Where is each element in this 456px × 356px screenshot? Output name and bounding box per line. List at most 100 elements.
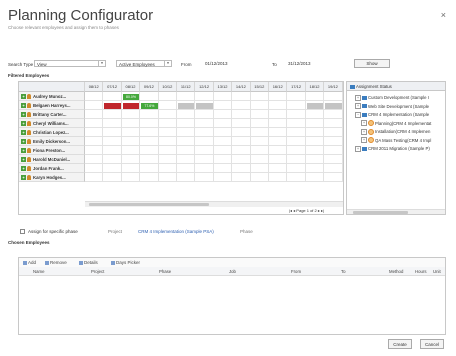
grid-cell[interactable] <box>305 119 325 128</box>
grid-cell[interactable] <box>177 137 196 146</box>
tree-horizontal-scrollbar[interactable] <box>347 209 445 214</box>
grid-cell[interactable] <box>195 137 214 146</box>
show-button[interactable]: Show <box>354 59 390 68</box>
days-picker-button[interactable]: Days Picker <box>111 260 140 265</box>
grid-cell[interactable] <box>195 92 214 101</box>
next-page-icon[interactable]: ▸ ▸| <box>318 208 324 213</box>
employee-row[interactable]: + Fiona Preston... <box>19 146 85 155</box>
column-header-to[interactable]: To <box>341 269 346 274</box>
grid-cell[interactable] <box>324 146 343 155</box>
assign-phase-checkbox[interactable] <box>20 229 25 234</box>
add-employee-icon[interactable]: + <box>21 175 26 181</box>
grid-cell[interactable] <box>121 110 141 119</box>
grid-cell[interactable] <box>213 128 233 137</box>
expand-icon[interactable]: + <box>361 128 367 135</box>
employee-row[interactable]: + Harold McDaniel... <box>19 155 85 164</box>
grid-cell[interactable] <box>324 164 343 173</box>
grid-cell[interactable] <box>121 155 141 164</box>
grid-cell[interactable] <box>140 128 159 137</box>
grid-cell[interactable] <box>85 101 104 110</box>
grid-cell[interactable] <box>140 110 159 119</box>
grid-cell[interactable] <box>213 164 233 173</box>
grid-cell[interactable] <box>232 155 251 164</box>
grid-cell[interactable] <box>305 173 325 182</box>
grid-cell[interactable] <box>232 146 251 155</box>
add-employee-icon[interactable]: + <box>21 130 26 136</box>
grid-cell[interactable] <box>121 137 141 146</box>
grid-cell[interactable] <box>324 173 343 182</box>
weekend-bar[interactable] <box>196 102 213 109</box>
grid-cell[interactable] <box>140 137 159 146</box>
grid-cell[interactable] <box>269 155 288 164</box>
grid-cell[interactable] <box>195 128 214 137</box>
grid-cell[interactable] <box>269 146 288 155</box>
grid-cell[interactable] <box>177 173 196 182</box>
grid-cell[interactable] <box>103 146 122 155</box>
grid-cell[interactable] <box>287 101 306 110</box>
grid-cell[interactable] <box>287 92 306 101</box>
grid-cell[interactable] <box>103 155 122 164</box>
expand-icon[interactable]: + <box>355 103 361 110</box>
grid-cell[interactable] <box>121 128 141 137</box>
grid-cell[interactable] <box>140 92 159 101</box>
grid-cell[interactable] <box>324 128 343 137</box>
collapse-icon[interactable]: − <box>355 111 361 118</box>
grid-cell[interactable] <box>121 119 141 128</box>
column-header-job[interactable]: Job <box>229 269 236 274</box>
grid-cell[interactable] <box>232 101 251 110</box>
grid-cell[interactable] <box>250 164 269 173</box>
grid-cell[interactable] <box>305 137 325 146</box>
grid-cell[interactable] <box>195 164 214 173</box>
grid-cell[interactable] <box>195 155 214 164</box>
project-value-link[interactable]: CRM 4 Implementation (Sample PSA) <box>138 229 214 234</box>
grid-cell[interactable] <box>158 101 177 110</box>
employee-row[interactable]: + Belgaen Harreys... <box>19 101 85 110</box>
grid-cell[interactable] <box>177 164 196 173</box>
employee-row[interactable]: + Christian Lopez... <box>19 128 85 137</box>
grid-cell[interactable] <box>324 155 343 164</box>
grid-cell[interactable] <box>232 128 251 137</box>
grid-cell[interactable] <box>250 173 269 182</box>
expand-icon[interactable]: + <box>355 145 361 152</box>
grid-cell[interactable] <box>213 146 233 155</box>
column-header-hours[interactable]: Hours <box>415 269 426 274</box>
grid-cell[interactable] <box>269 110 288 119</box>
search-type-select[interactable]: View ▾ <box>34 60 106 67</box>
grid-cell[interactable] <box>103 128 122 137</box>
grid-cell[interactable] <box>287 128 306 137</box>
grid-cell[interactable] <box>250 110 269 119</box>
employee-filter-select[interactable]: Active Employees ▾ <box>116 60 172 67</box>
column-header-from[interactable]: From <box>291 269 301 274</box>
grid-cell[interactable] <box>213 101 233 110</box>
grid-cell[interactable] <box>103 137 122 146</box>
grid-cell[interactable] <box>121 146 141 155</box>
add-employee-icon[interactable]: + <box>21 139 26 145</box>
employee-row[interactable]: + Jordan Frank... <box>19 164 85 173</box>
grid-cell[interactable] <box>305 155 325 164</box>
grid-cell[interactable] <box>324 137 343 146</box>
grid-cell[interactable] <box>158 110 177 119</box>
grid-cell[interactable] <box>287 110 306 119</box>
add-employee-icon[interactable]: + <box>21 103 26 109</box>
grid-cell[interactable] <box>287 164 306 173</box>
grid-cell[interactable] <box>269 164 288 173</box>
grid-cell[interactable] <box>195 173 214 182</box>
grid-cell[interactable] <box>195 110 214 119</box>
grid-cell[interactable] <box>213 173 233 182</box>
expand-icon[interactable]: + <box>355 94 361 101</box>
grid-cell[interactable] <box>177 119 196 128</box>
grid-cell[interactable] <box>140 164 159 173</box>
allocation-bar[interactable] <box>122 102 140 109</box>
grid-cell[interactable] <box>232 110 251 119</box>
expand-icon[interactable]: + <box>361 120 367 127</box>
grid-cell[interactable] <box>158 92 177 101</box>
grid-cell[interactable] <box>269 119 288 128</box>
grid-cell[interactable] <box>269 92 288 101</box>
grid-cell[interactable] <box>177 146 196 155</box>
scroll-thumb[interactable] <box>89 203 209 206</box>
grid-cell[interactable] <box>177 128 196 137</box>
employee-row[interactable]: + Brittany Carter... <box>19 110 85 119</box>
grid-cell[interactable] <box>158 155 177 164</box>
column-header-unit[interactable]: Unit <box>433 269 441 274</box>
add-button[interactable]: Add <box>23 260 36 265</box>
